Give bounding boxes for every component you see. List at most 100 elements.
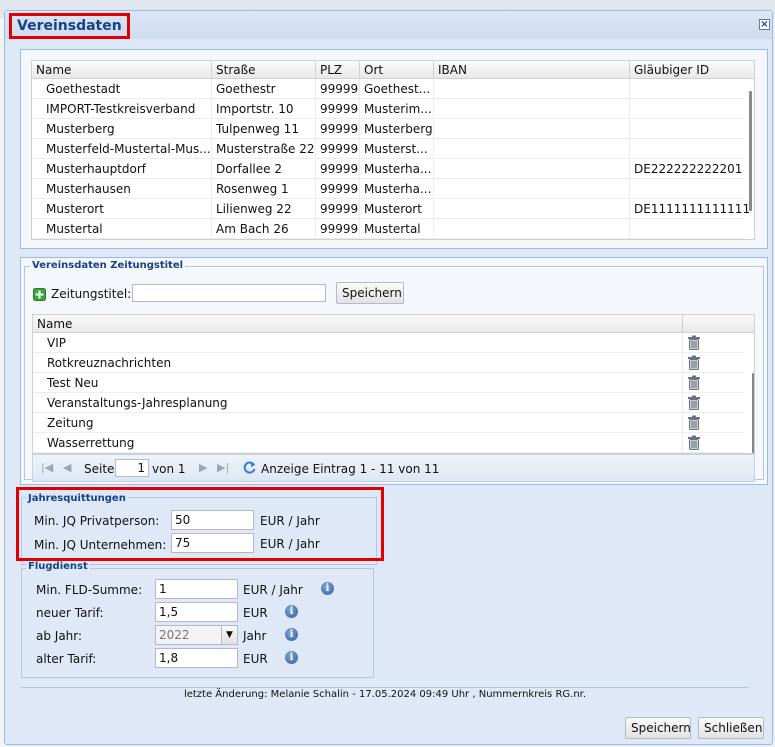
cell-iban xyxy=(434,79,630,99)
prev-page-icon[interactable]: ◀ xyxy=(63,461,71,474)
zeitung-name: Rotkreuznachrichten xyxy=(33,353,683,373)
list-item[interactable]: Test Neu xyxy=(33,373,744,393)
flugdienst-legend: Flugdienst xyxy=(26,561,90,572)
table-row[interactable]: Musterort Lilienweg 22 99999 Musterort DE111… xyxy=(32,199,750,219)
footer-divider xyxy=(21,687,749,688)
cell-plz: 99999 xyxy=(316,179,360,199)
trash-icon[interactable] xyxy=(687,415,701,430)
cell-name: Musterort xyxy=(32,199,212,219)
fld-summe-unit: EUR / Jahr xyxy=(243,583,303,597)
fld-summe-label: Min. FLD-Summe: xyxy=(36,583,143,597)
zeitungstitel-scrollbar[interactable] xyxy=(752,373,754,453)
cell-strasse: Rosenweg 1 xyxy=(212,179,316,199)
vereine-scrollbar[interactable] xyxy=(749,91,752,211)
zeitungstitel-grid-header: Name xyxy=(33,315,754,333)
table-row[interactable]: Musterfeld-Mustertal-Mus... Musterstraße … xyxy=(32,139,744,159)
cell-plz: 99999 xyxy=(316,119,360,139)
list-item[interactable]: VIP xyxy=(33,333,744,353)
save-button[interactable]: Speichern xyxy=(625,717,691,739)
trash-icon[interactable] xyxy=(687,375,701,390)
next-page-icon[interactable]: ▶ xyxy=(199,461,207,474)
ab-jahr-info-icon[interactable]: i xyxy=(285,628,298,641)
zeitungstitel-save-button[interactable]: Speichern xyxy=(336,282,404,304)
first-page-icon[interactable]: |◀ xyxy=(41,461,53,474)
trash-icon[interactable] xyxy=(687,335,701,350)
list-item[interactable]: Wasserrettung xyxy=(33,433,744,453)
alter-tarif-info-icon[interactable]: i xyxy=(285,651,298,664)
column-header-ort[interactable]: Ort xyxy=(360,61,434,79)
neuer-tarif-info-icon[interactable]: i xyxy=(285,605,298,618)
page-of-label: von 1 xyxy=(152,462,186,476)
table-row[interactable]: Musterhauptdorf Dorfallee 2 99999 Musterha.… xyxy=(32,159,744,179)
zeitungstitel-panel: Vereinsdaten Zeitungstitel Zeitungstitel… xyxy=(20,257,768,485)
refresh-icon[interactable] xyxy=(242,460,257,475)
list-item[interactable]: Zeitung xyxy=(33,413,744,433)
ab-jahr-label: ab Jahr: xyxy=(36,629,83,643)
trash-icon[interactable] xyxy=(687,435,701,450)
ab-jahr-select[interactable]: 2022 ▼ xyxy=(155,625,238,645)
table-row[interactable]: Musterberg Tulpenweg 11 99999 Musterberg xyxy=(32,119,744,139)
cell-iban xyxy=(434,159,630,179)
close-icon[interactable]: × xyxy=(759,19,770,30)
cell-ort: Musterst... xyxy=(360,139,434,159)
table-row[interactable]: Goethestadt Goethestr 99999 Goethest... xyxy=(32,79,744,99)
cell-name: Musterhauptdorf xyxy=(32,159,212,179)
cell-strasse: Goethestr xyxy=(212,79,316,99)
cell-name: Musterfeld-Mustertal-Mus... xyxy=(32,139,212,159)
column-header-iban[interactable]: IBAN xyxy=(434,61,630,79)
column-header-glaeubiger-id[interactable]: Gläubiger ID xyxy=(630,61,754,79)
cell-plz: 99999 xyxy=(316,99,360,119)
cell-glaeubiger-id xyxy=(630,119,754,139)
fld-summe-input[interactable] xyxy=(155,579,238,599)
trash-icon[interactable] xyxy=(687,355,701,370)
page-label: Seite xyxy=(84,462,115,476)
zeitung-name: Wasserrettung xyxy=(33,433,683,453)
cell-iban xyxy=(434,119,630,139)
cell-ort: Musterort xyxy=(360,199,434,219)
column-header-strasse[interactable]: Straße xyxy=(212,61,316,79)
cell-iban xyxy=(434,99,630,119)
alter-tarif-unit: EUR xyxy=(243,652,268,666)
cell-name: IMPORT-Testkreisverband xyxy=(32,99,212,119)
cell-glaeubiger-id: DE1111111111111 xyxy=(630,199,754,219)
page-number-input[interactable] xyxy=(115,459,149,477)
alter-tarif-input[interactable] xyxy=(155,648,238,668)
dialog-title-bar[interactable]: Vereinsdaten × xyxy=(5,11,772,39)
column-header-actions xyxy=(683,315,754,333)
alter-tarif-label: alter Tarif: xyxy=(36,652,97,666)
zeitung-name: Zeitung xyxy=(33,413,683,433)
column-header-plz[interactable]: PLZ xyxy=(316,61,360,79)
cell-glaeubiger-id xyxy=(630,79,754,99)
cell-strasse: Lilienweg 22 xyxy=(212,199,316,219)
cell-plz: 99999 xyxy=(316,79,360,99)
cell-glaeubiger-id xyxy=(630,219,754,239)
column-header-zeitung-name[interactable]: Name xyxy=(33,315,683,333)
last-page-icon[interactable]: ▶| xyxy=(217,461,229,474)
table-row[interactable]: Musterhausen Rosenweg 1 99999 Musterha... xyxy=(32,179,744,199)
neuer-tarif-input[interactable] xyxy=(155,602,238,622)
vereine-grid: Name Straße PLZ Ort IBAN Gläubiger ID Go… xyxy=(31,60,755,240)
cell-plz: 99999 xyxy=(316,219,360,239)
chevron-down-icon[interactable]: ▼ xyxy=(221,626,237,644)
list-item[interactable]: Veranstaltungs-Jahresplanung xyxy=(33,393,744,413)
cell-strasse: Dorfallee 2 xyxy=(212,159,316,179)
list-item[interactable]: Rotkreuznachrichten xyxy=(33,353,744,373)
cell-strasse: Am Bach 26 xyxy=(212,219,316,239)
cell-plz: 99999 xyxy=(316,199,360,219)
zeitungstitel-grid: Name VIP Rotkreuznachrichten Test Neu Veran… xyxy=(32,314,755,454)
cell-iban xyxy=(434,179,630,199)
paging-toolbar: |◀ ◀ Seite von 1 ▶ ▶| Anzeige Eintrag 1 … xyxy=(32,454,755,482)
add-icon[interactable] xyxy=(33,288,46,301)
cell-plz: 99999 xyxy=(316,139,360,159)
column-header-name[interactable]: Name xyxy=(32,61,212,79)
fld-summe-info-icon[interactable]: i xyxy=(321,582,334,595)
table-row[interactable]: Mustertal Am Bach 26 99999 Mustertal xyxy=(32,219,744,239)
cell-iban xyxy=(434,139,630,159)
cell-name: Musterhausen xyxy=(32,179,212,199)
trash-icon[interactable] xyxy=(687,395,701,410)
cell-strasse: Musterstraße 22 xyxy=(212,139,316,159)
close-button[interactable]: Schließen xyxy=(698,717,764,739)
zeitungstitel-input[interactable] xyxy=(132,284,326,302)
table-row[interactable]: IMPORT-Testkreisverband Importstr. 10 9999… xyxy=(32,99,744,119)
zeitungstitel-legend: Vereinsdaten Zeitungstitel xyxy=(30,260,186,271)
